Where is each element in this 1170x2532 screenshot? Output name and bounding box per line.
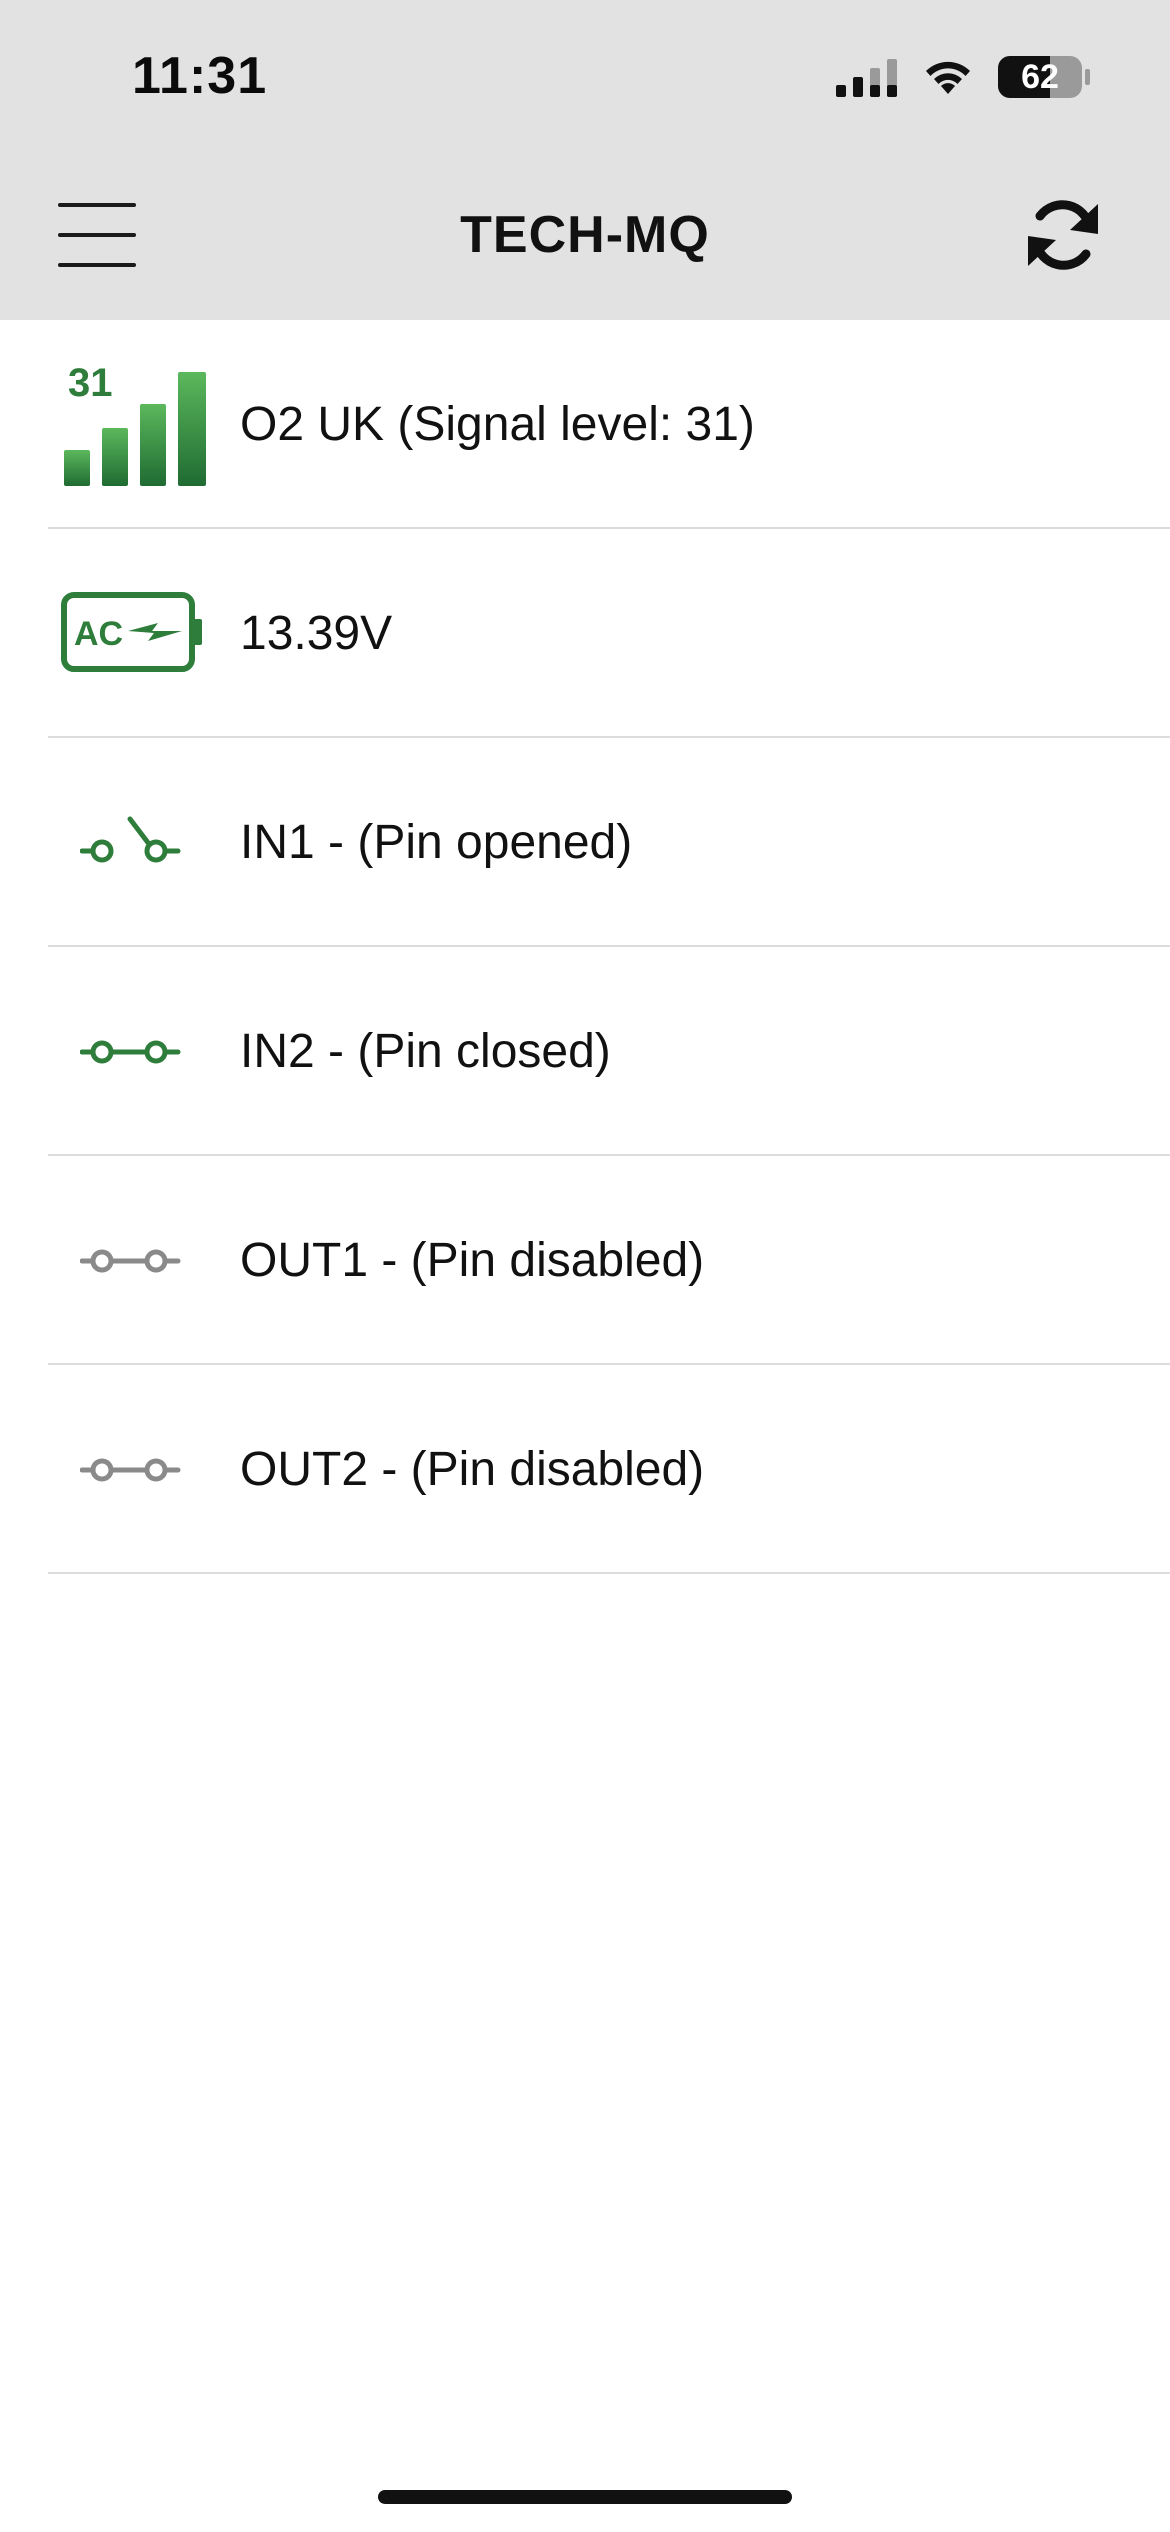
- list-item-power[interactable]: AC 13.39V: [0, 529, 1170, 738]
- refresh-icon: [1018, 200, 1108, 284]
- out2-label: OUT2 - (Pin disabled): [240, 1443, 705, 1496]
- hamburger-menu-icon: [58, 203, 142, 267]
- in1-label: IN1 - (Pin opened): [240, 816, 633, 869]
- wifi-icon: [922, 57, 974, 97]
- page-title: TECH-MQ: [460, 206, 710, 264]
- switch-disabled-icon: [60, 1198, 210, 1324]
- status-list: 31 O2 UK (Signal level: 31) AC 13.39V IN…: [0, 320, 1170, 1574]
- refresh-button[interactable]: [1018, 190, 1108, 280]
- ac-power-icon: AC: [60, 571, 210, 697]
- list-item-signal[interactable]: 31 O2 UK (Signal level: 31): [0, 320, 1170, 529]
- app-header: TECH-MQ: [0, 150, 1170, 320]
- cellular-signal-icon: [836, 57, 898, 97]
- in2-label: IN2 - (Pin closed): [240, 1025, 611, 1078]
- status-bar: 11:31 62: [0, 0, 1170, 150]
- switch-open-icon: [60, 780, 210, 906]
- menu-button[interactable]: [58, 190, 142, 280]
- switch-closed-icon: [60, 989, 210, 1115]
- signal-strength-icon: 31: [60, 362, 210, 488]
- top-bar: 11:31 62 TECH-MQ: [0, 0, 1170, 320]
- out1-label: OUT1 - (Pin disabled): [240, 1234, 705, 1287]
- list-item-out1[interactable]: OUT1 - (Pin disabled): [0, 1156, 1170, 1365]
- home-indicator[interactable]: [378, 2490, 792, 2504]
- status-time: 11:31: [132, 47, 268, 105]
- switch-disabled-icon: [60, 1407, 210, 1533]
- list-item-out2[interactable]: OUT2 - (Pin disabled): [0, 1365, 1170, 1574]
- status-icons: 62: [836, 52, 1092, 102]
- battery-icon: 62: [998, 56, 1092, 98]
- voltage-label: 13.39V: [240, 607, 393, 660]
- list-item-in1[interactable]: IN1 - (Pin opened): [0, 738, 1170, 947]
- ac-icon-text: AC: [74, 615, 123, 653]
- battery-level: 62: [1021, 58, 1059, 96]
- signal-label: O2 UK (Signal level: 31): [240, 398, 755, 451]
- list-item-in2[interactable]: IN2 - (Pin closed): [0, 947, 1170, 1156]
- signal-icon-text: 31: [68, 362, 113, 405]
